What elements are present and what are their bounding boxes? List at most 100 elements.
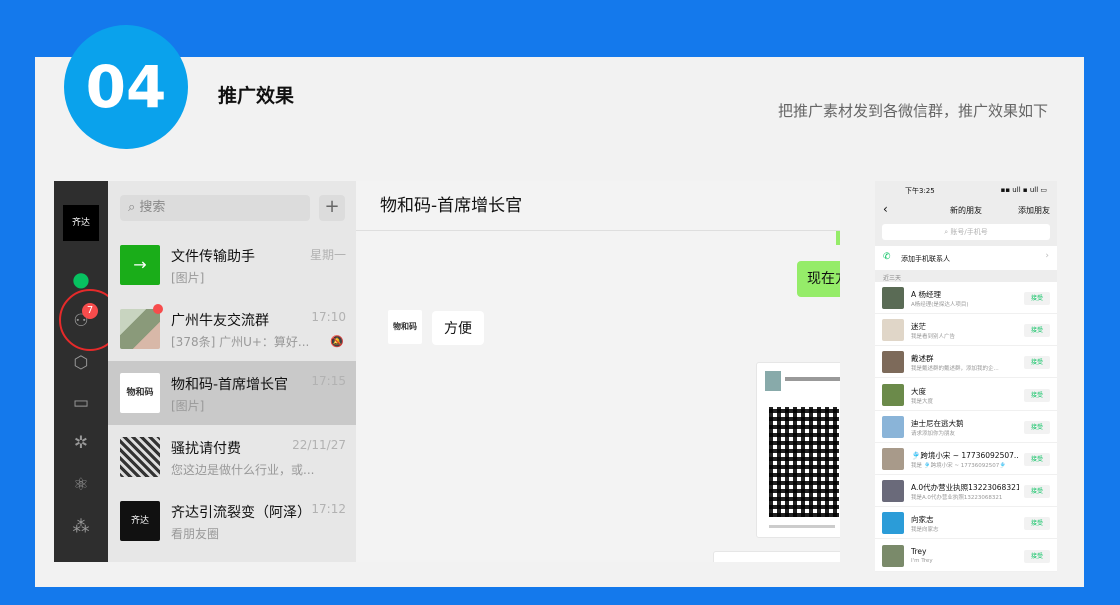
accept-button[interactable]: 接受 [1024,388,1050,402]
friend-avatar [882,480,904,503]
friend-request-row[interactable]: 迷茫 我是看到别人广告 接受 [875,314,1057,347]
chat-preview: 看朋友圈 [171,527,220,541]
add-phone-contacts-row[interactable]: ✆ 添加手机联系人 › [875,246,1057,270]
user-avatar[interactable]: 齐达 [63,205,99,241]
friend-request-row[interactable]: 大度我是大度 接受 [875,379,1057,411]
phone-icon: ✆ [883,252,891,262]
friend-name: 迪士尼在逃大鹅 [911,418,964,428]
outgoing-message: 现在方 [797,261,840,297]
chat-preview: [图片] [171,399,205,413]
folder-icon[interactable]: ▭ [69,391,93,415]
phone-header: ‹ 新的朋友 添加朋友 [875,199,1057,223]
file-transfer-avatar: → [120,245,160,285]
add-friend-button[interactable]: 添加朋友 [1018,205,1050,216]
friend-name: 🎐跨境小宋 ~ 17736092507... [911,451,1019,460]
friend-avatar [882,287,904,309]
unread-dot [153,304,163,314]
slide-subtitle: 把推广素材发到各微信群，推广效果如下 [777,102,1048,120]
chat-preview: [图片] [171,271,205,285]
mute-icon: 🔕 [330,335,344,348]
mini-program-icon[interactable]: ⚛ [69,473,93,497]
status-time: 下午3:25 [905,187,935,195]
phone-new-friends-screen: 下午3:25 ▪▪ ull ▪ ull ▭ ‹ 新的朋友 添加朋友 ⌕ 账号/手… [875,181,1057,572]
wechat-desktop-window: 齐达 ● ⚇ 7 ⬡ ▭ ✲ ⚛ ⁂ ⌕ 搜索 + → 文件传输助手 [图片] … [54,181,840,562]
card-footer [769,525,835,528]
section-number-badge: 04 [64,25,188,149]
phone-search-input[interactable]: ⌕ 账号/手机号 [882,224,1050,240]
card-caption [785,377,840,381]
chat-header: 物和码-首席增长官 [356,181,840,231]
chat-item-wuhema[interactable]: 物和码 物和码-首席增长官 [图片] 17:15 [108,361,356,425]
chat-name: 齐达引流裂变（阿泽） [171,505,311,521]
friend-request-row[interactable]: A.0代办营业执照13223068321 我是A.0代办营业执照132230683… [875,475,1057,508]
chat-icon[interactable]: ● [69,267,93,291]
friend-avatar [882,512,904,535]
chat-list-panel: ⌕ 搜索 + → 文件传输助手 [图片] 星期一 广州牛友交流群 [378条] … [108,181,356,562]
friend-name: A 杨经理 [911,290,942,299]
friend-message: I'm Trey [911,557,933,564]
group-avatar [120,309,160,349]
accept-button[interactable]: 接受 [1024,356,1050,370]
qr-code-image [769,407,839,517]
friend-avatar [882,383,904,406]
friend-request-row[interactable]: 迪士尼在逃大鹅 请求添加你为朋友 接受 [875,411,1057,443]
chat-title: 物和码-首席增长官 [380,196,523,216]
accept-button[interactable]: 接受 [1024,292,1050,305]
accept-button[interactable]: 接受 [1024,324,1050,338]
chat-item-harassment[interactable]: 骚扰请付费 您这边是做什么行业，或... 22/11/27 [108,425,356,489]
chat-name: 骚扰请付费 [171,441,241,457]
friend-message: 我是看到别人广告 [911,334,956,341]
friend-request-row[interactable]: A 杨经理 A杨经理(是探达人项目) 接受 [875,282,1057,314]
search-input[interactable]: ⌕ 搜索 [120,195,310,221]
friend-request-row[interactable]: 戴述群我是戴述群的戴述群，添加我的企... 接受 [875,346,1057,379]
chat-time: 星期一 [309,248,346,262]
friend-request-row[interactable]: Trey I'm Trey 接受 [875,540,1057,572]
favorites-icon[interactable]: ⬡ [69,351,93,375]
image-message[interactable] [713,551,840,562]
friend-message: A杨经理(是探达人项目) [911,302,969,308]
qida-avatar: 齐达 [120,501,160,541]
friend-message: 我是大度 [911,398,934,405]
chat-item-qida[interactable]: 齐达 齐达引流裂变（阿泽） 看朋友圈 17:12 [108,489,356,553]
chat-time: 17:15 [311,374,346,388]
friend-request-row[interactable]: 向家志 我是向家志 接受 [875,507,1057,540]
add-contacts-label: 添加手机联系人 [901,255,950,263]
chat-item-file-transfer[interactable]: → 文件传输助手 [图片] 星期一 [108,233,356,297]
accept-button[interactable]: 接受 [1024,453,1050,466]
chat-item-guangzhou-group[interactable]: 广州牛友交流群 [378条] 广州U+：算好... 17:10 🔕 [108,297,356,361]
sender-avatar: 物和码 [388,310,422,344]
friend-avatar [882,448,904,470]
chevron-right-icon: › [1045,251,1049,261]
image-message-qr[interactable] [756,362,840,538]
friend-avatar [882,415,904,438]
chat-preview: [378条] 广州U+：算好... [171,335,310,349]
outgoing-message-edge [836,231,840,245]
friend-message: 我是戴述群的戴述群，添加我的企... [911,366,999,373]
chat-time: 17:10 [311,310,346,324]
chat-preview: 您这边是做什么行业，或... [171,463,315,477]
accept-button[interactable]: 接受 [1024,485,1050,499]
status-bar: 下午3:25 ▪▪ ull ▪ ull ▭ [875,181,1057,199]
add-button[interactable]: + [319,195,345,221]
accept-button[interactable]: 接受 [1024,549,1050,563]
accept-button[interactable]: 接受 [1024,420,1050,434]
chat-name: 物和码-首席增长官 [171,377,289,393]
accept-button[interactable]: 接受 [1024,517,1050,531]
friend-message: 我是 🎐跨境小宋 ~ 17736092507🎐 [911,463,1007,469]
card-thumbnail [765,371,781,391]
friend-request-row[interactable]: 🎐跨境小宋 ~ 17736092507... 我是 🎐跨境小宋 ~ 1773609… [875,443,1057,475]
friend-name: 戴述群 [911,354,934,364]
chat-name: 广州牛友交流群 [171,313,269,329]
channels-icon[interactable]: ⁂ [69,515,93,539]
section-label: 近三天 [883,275,902,282]
friend-message: 请求添加你为朋友 [911,430,956,437]
moments-icon[interactable]: ✲ [69,431,93,455]
slide-title: 推广效果 [218,85,295,107]
qr-avatar [120,437,160,477]
search-placeholder: 搜索 [139,200,166,215]
wuhema-avatar: 物和码 [120,373,160,413]
friend-name: 大度 [911,386,926,396]
chat-time: 17:12 [311,502,346,516]
friend-avatar [882,351,904,374]
friend-name: Trey [911,546,927,556]
